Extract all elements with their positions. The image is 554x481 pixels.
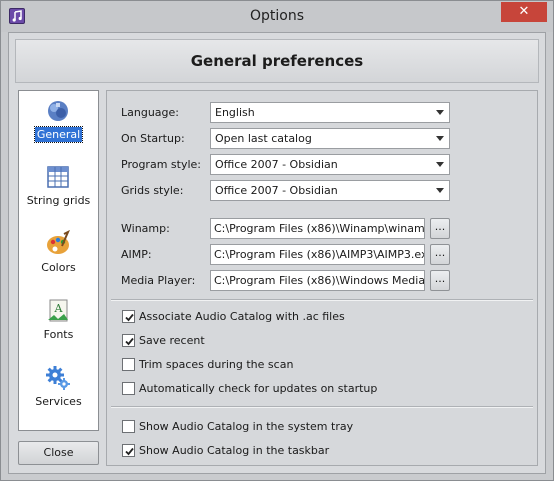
font-icon: A	[48, 299, 68, 322]
sidebar-item-label: Fonts	[43, 328, 74, 341]
divider	[111, 299, 533, 301]
checkbox-box[interactable]	[122, 358, 135, 371]
media-player-path-field[interactable]: C:\Program Files (x86)\Windows Media Pla…	[210, 270, 425, 291]
language-select[interactable]: English	[210, 102, 450, 123]
grid-icon	[47, 166, 69, 188]
trim-spaces-label: Trim spaces during the scan	[139, 358, 294, 371]
grids-style-select[interactable]: Office 2007 - Obsidian	[210, 180, 450, 201]
winamp-browse-button[interactable]: ...	[430, 218, 450, 239]
sidebar: General String grids Colors A Fonts Serv…	[18, 90, 99, 431]
sidebar-item-string-grids[interactable]: String grids	[19, 159, 98, 221]
page-title: General preferences	[190, 52, 364, 70]
aimp-path-field[interactable]: C:\Program Files (x86)\AIMP3\AIMP3.exe	[210, 244, 425, 265]
language-value: English	[215, 106, 255, 119]
checkbox-box[interactable]	[122, 310, 135, 323]
sidebar-item-general[interactable]: General	[19, 93, 98, 155]
aimp-label: AIMP:	[121, 248, 152, 261]
aimp-browse-button[interactable]: ...	[430, 244, 450, 265]
divider	[111, 406, 533, 408]
general-icon	[48, 101, 68, 121]
checkbox-box[interactable]	[122, 334, 135, 347]
gear-icon	[46, 366, 70, 390]
sidebar-item-label: Services	[35, 395, 82, 408]
check-icon	[125, 447, 134, 456]
taskbar-label: Show Audio Catalog in the taskbar	[139, 444, 330, 457]
checkbox-box[interactable]	[122, 382, 135, 395]
sidebar-item-label: General	[33, 126, 84, 143]
sidebar-item-label: String grids	[26, 194, 91, 207]
check-icon	[125, 313, 134, 322]
grids-style-value: Office 2007 - Obsidian	[215, 184, 338, 197]
startup-select[interactable]: Open last catalog	[210, 128, 450, 149]
chevron-down-icon	[436, 110, 444, 115]
sidebar-item-colors[interactable]: Colors	[19, 226, 98, 288]
media-player-label: Media Player:	[121, 274, 196, 287]
startup-label: On Startup:	[121, 132, 185, 145]
save-recent-label: Save recent	[139, 334, 205, 347]
program-style-label: Program style:	[121, 158, 201, 171]
startup-value: Open last catalog	[215, 132, 312, 145]
window-title: Options	[249, 8, 305, 24]
general-settings-panel: Language: English On Startup: Open last …	[106, 90, 538, 466]
language-label: Language:	[121, 106, 179, 119]
chevron-down-icon	[436, 162, 444, 167]
media-player-browse-button[interactable]: ...	[430, 270, 450, 291]
sidebar-item-services[interactable]: Services	[19, 360, 98, 422]
close-button[interactable]: Close	[18, 441, 99, 465]
associate-label: Associate Audio Catalog with .ac files	[139, 310, 345, 323]
palette-icon	[47, 230, 70, 254]
check-icon	[125, 337, 134, 346]
auto-update-label: Automatically check for updates on start…	[139, 382, 378, 395]
system-tray-label: Show Audio Catalog in the system tray	[139, 420, 354, 433]
program-style-value: Office 2007 - Obsidian	[215, 158, 338, 171]
checkbox-box[interactable]	[122, 444, 135, 457]
sidebar-item-label: Colors	[41, 261, 76, 274]
grids-style-label: Grids style:	[121, 184, 184, 197]
chevron-down-icon	[436, 136, 444, 141]
winamp-path-field[interactable]: C:\Program Files (x86)\Winamp\winamp.exe	[210, 218, 425, 239]
svg-text:A: A	[54, 302, 64, 315]
options-window: Options ✕ General preferences General St…	[0, 0, 554, 481]
header-panel: General preferences	[15, 39, 539, 83]
window-close-button[interactable]: ✕	[501, 2, 547, 22]
checkbox-box[interactable]	[122, 420, 135, 433]
title-bar[interactable]: Options ✕	[1, 1, 553, 32]
program-style-select[interactable]: Office 2007 - Obsidian	[210, 154, 450, 175]
winamp-label: Winamp:	[121, 222, 170, 235]
options-client-area: General preferences General String grids…	[8, 32, 546, 474]
sidebar-item-fonts[interactable]: A Fonts	[19, 293, 98, 355]
chevron-down-icon	[436, 188, 444, 193]
